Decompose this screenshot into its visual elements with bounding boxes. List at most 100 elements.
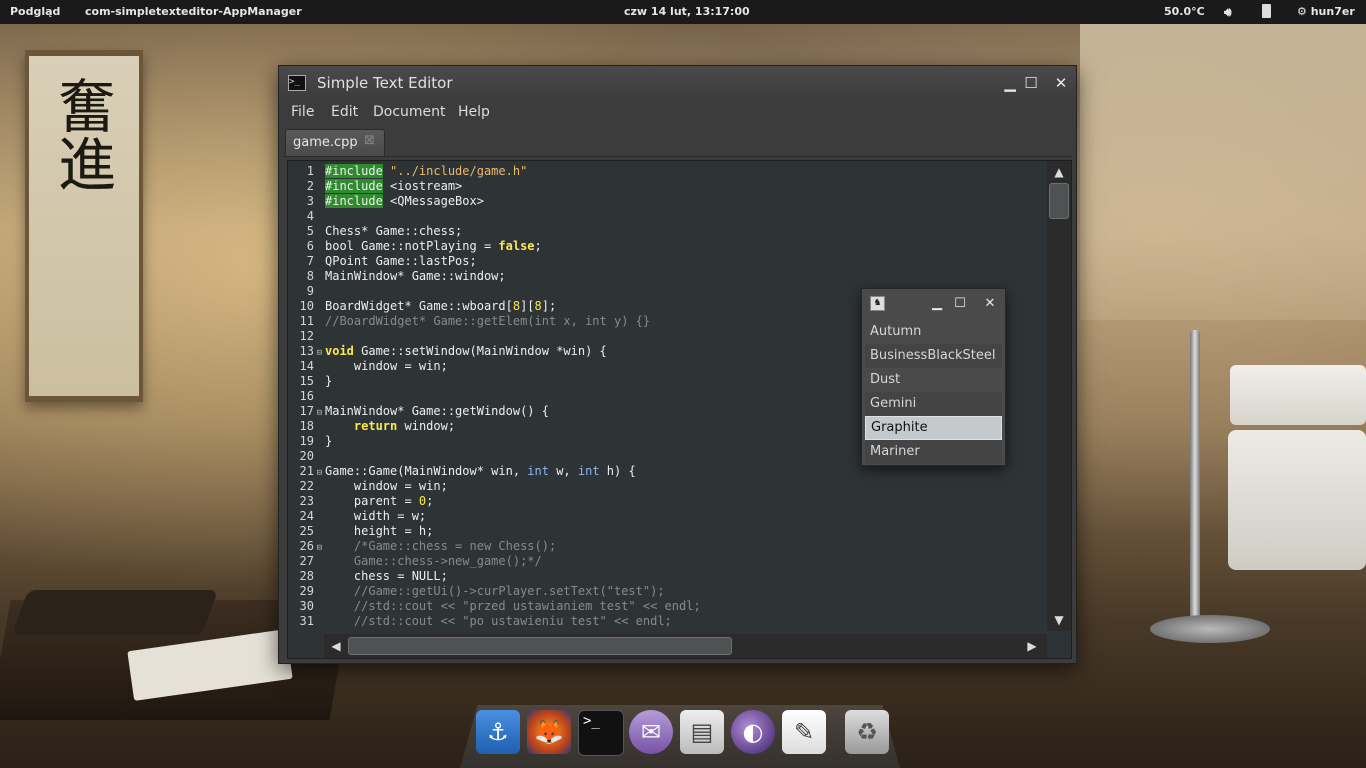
code-token: void [325, 344, 354, 358]
line-number: 2 [306, 179, 314, 193]
code-token: /*Game::chess = new Chess(); [353, 539, 557, 553]
code-token: int [577, 464, 600, 478]
close-icon[interactable]: ⊠ [364, 133, 375, 148]
menu-edit[interactable]: Edit [331, 104, 358, 120]
list-item[interactable]: Gemini [865, 392, 1002, 416]
line-number: 12 [299, 329, 314, 343]
line-number: 17 ⊟ [288, 404, 322, 419]
theme-list: Autumn BusinessBlackSteel Dust Gemini Gr… [865, 320, 1002, 464]
code-line: bool Game::notPlaying = false; [325, 239, 701, 254]
chevron-up-icon[interactable]: ▲ [1051, 164, 1067, 180]
code-line: chess = NULL; [325, 569, 701, 584]
menu-help[interactable]: Help [458, 104, 490, 120]
line-number: 20 [299, 449, 314, 463]
app-menu-button[interactable]: Podgląd [10, 5, 60, 18]
code-line: //std::cout << "przed ustawianiem test" … [325, 599, 701, 614]
file-manager-icon[interactable]: ▤ [680, 710, 724, 754]
line-number: 9 [306, 284, 314, 298]
eclipse-icon[interactable]: ◐ [731, 710, 775, 754]
text-editor-icon[interactable]: ✎ [782, 710, 826, 754]
line-number: 15 [299, 374, 314, 388]
close-button[interactable]: ✕ [1050, 72, 1072, 94]
battery-icon[interactable] [1262, 4, 1271, 21]
horizontal-scroll-thumb[interactable] [348, 637, 732, 655]
line-number: 10 [299, 299, 314, 313]
line-number: 6 [306, 239, 314, 253]
code-token: parent = [325, 494, 419, 508]
chevron-left-icon[interactable]: ◀ [328, 638, 344, 654]
maximize-button[interactable]: ☐ [1020, 72, 1042, 94]
trash-icon[interactable]: ♻ [845, 710, 889, 754]
code-line: Game::chess->new_game();*/ [325, 554, 701, 569]
wallpaper-rack-base [1150, 615, 1270, 643]
list-item-selected[interactable]: Graphite [865, 416, 1002, 440]
maximize-icon: ☐ [1024, 74, 1038, 92]
list-item[interactable]: Mariner [865, 440, 1002, 464]
temperature-indicator[interactable]: 50.0°C [1164, 5, 1205, 18]
menu-file[interactable]: File [291, 104, 314, 120]
code-token: MainWindow* Game::getWindow() { [325, 404, 549, 418]
fold-toggle-icon[interactable]: ⊟ [317, 466, 322, 481]
wallpaper-wall [1080, 20, 1366, 320]
user-menu[interactable]: ⚙ hun7er [1297, 5, 1355, 18]
code-line: window = win; [325, 479, 701, 494]
fold-toggle-icon[interactable]: ⊟ [317, 346, 322, 361]
user-name: hun7er [1310, 5, 1355, 18]
chevron-down-icon[interactable]: ▼ [1051, 612, 1067, 628]
line-number: 11 [299, 314, 314, 328]
terminal-icon[interactable]: >_ [578, 710, 624, 756]
window-titlebar[interactable]: >_ Simple Text Editor ▁ ☐ ✕ [279, 66, 1076, 100]
close-button[interactable]: ✕ [981, 295, 999, 313]
minimize-button[interactable]: ▁ [928, 295, 946, 313]
active-app-label[interactable]: com-simpletexteditor-AppManager [85, 5, 302, 18]
code-token: BoardWidget* Game::wboard[ [325, 299, 513, 313]
firefox-icon[interactable]: 🦊 [527, 710, 571, 754]
chevron-right-icon[interactable]: ▶ [1024, 638, 1040, 654]
anchor-icon[interactable]: ⚓ [476, 710, 520, 754]
code-token: false [498, 239, 535, 253]
menu-document[interactable]: Document [373, 104, 446, 120]
maximize-button[interactable]: ☐ [951, 295, 969, 313]
list-item[interactable]: Dust [865, 368, 1002, 392]
window-title: Simple Text Editor [317, 74, 453, 92]
tab-game-cpp[interactable]: game.cpp ⊠ [285, 129, 385, 156]
code-line: width = w; [325, 509, 701, 524]
code-line: MainWindow* Game::getWindow() { [325, 404, 701, 419]
line-number: 28 [299, 569, 314, 583]
code-token: //std::cout << "po ustawieniu test" << e… [325, 614, 672, 628]
code-line: parent = 0; [325, 494, 701, 509]
code-token: ][ [520, 299, 535, 313]
line-number: 5 [306, 224, 314, 238]
code-token: <QMessageBox> [382, 194, 484, 208]
code-token: ; [426, 494, 434, 508]
code-line: #include <iostream> [325, 179, 701, 194]
clock[interactable]: czw 14 lut, 13:17:00 [624, 5, 750, 18]
code-token: ]; [541, 299, 557, 313]
vertical-scroll-thumb[interactable] [1049, 183, 1069, 219]
list-item[interactable]: BusinessBlackSteel [865, 344, 1002, 368]
code-token: height = h; [325, 524, 434, 538]
vertical-scrollbar[interactable]: ▲ ▼ [1047, 161, 1071, 631]
fold-toggle-icon[interactable]: ⊟ [317, 406, 322, 421]
minimize-icon: ▁ [1004, 74, 1016, 92]
code-token: Game::chess->new_game();*/ [325, 554, 542, 568]
code-line: Chess* Game::chess; [325, 224, 701, 239]
line-number: 3 [306, 194, 314, 208]
pidgin-icon[interactable]: ✉ [629, 710, 673, 754]
line-number: 18 [299, 419, 314, 433]
code-token: MainWindow* Game::window; [325, 269, 506, 283]
wallpaper-calligraphy-scroll: 奮進 [25, 50, 143, 402]
fold-toggle-icon[interactable]: ⊟ [317, 541, 322, 556]
code-token: 8 [534, 299, 542, 313]
speaker-icon[interactable]: 🔊︎ [1224, 5, 1232, 20]
code-line: //Game::getUi()->curPlayer.setText("test… [325, 584, 701, 599]
maximize-icon: ☐ [954, 296, 966, 311]
line-number: 23 [299, 494, 314, 508]
line-number: 14 [299, 359, 314, 373]
minimize-button[interactable]: ▁ [999, 72, 1021, 94]
horizontal-scrollbar[interactable]: ◀ ▶ [324, 634, 1047, 658]
list-item[interactable]: Autumn [865, 320, 1002, 344]
